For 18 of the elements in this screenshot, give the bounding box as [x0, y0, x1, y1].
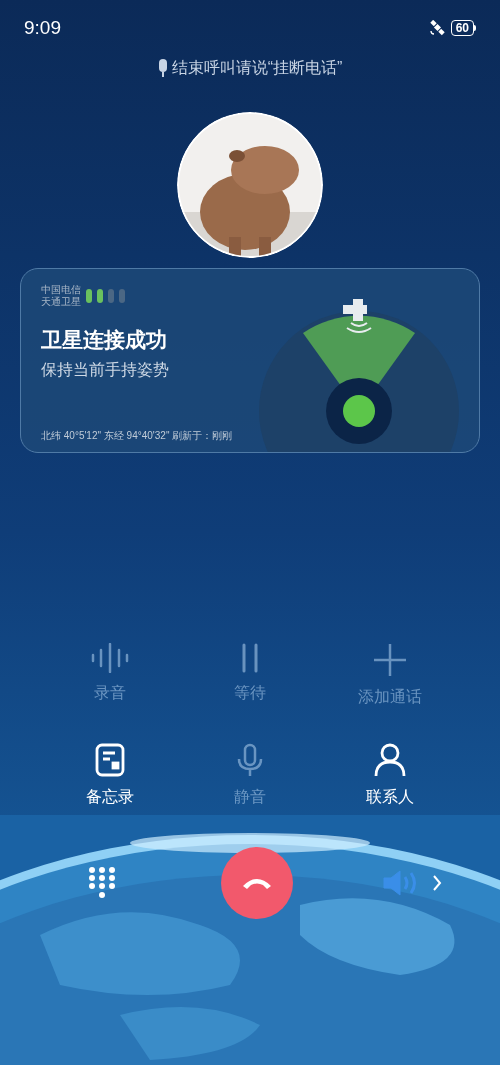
carrier-name: 中国电信 — [41, 284, 81, 296]
chevron-right-icon[interactable] — [432, 874, 442, 892]
signal-icon — [85, 288, 127, 304]
note-icon[interactable] — [95, 743, 125, 777]
action-label[interactable]: 联系人 — [366, 785, 414, 809]
satellite-icon — [428, 20, 445, 36]
action-label[interactable]: 备忘录 — [86, 785, 134, 809]
dialpad-icon[interactable] — [88, 866, 116, 900]
network-name: 天通卫星 — [41, 296, 81, 308]
person-icon[interactable] — [374, 743, 406, 777]
phone-icon — [241, 876, 273, 890]
microphone-icon — [157, 59, 168, 77]
location-text: 北纬 40°5'12" 东经 94°40'32" 刷新于：刚刚 — [41, 428, 234, 443]
clock: 9:09 — [24, 15, 61, 40]
battery-icon: 60 — [450, 20, 476, 36]
voice-hint: 结束呼叫请说“挂断电话” — [171, 58, 343, 78]
card-title: 卫星连接成功 — [41, 327, 168, 353]
card-subtitle: 保持当前手持姿势 — [41, 359, 170, 380]
